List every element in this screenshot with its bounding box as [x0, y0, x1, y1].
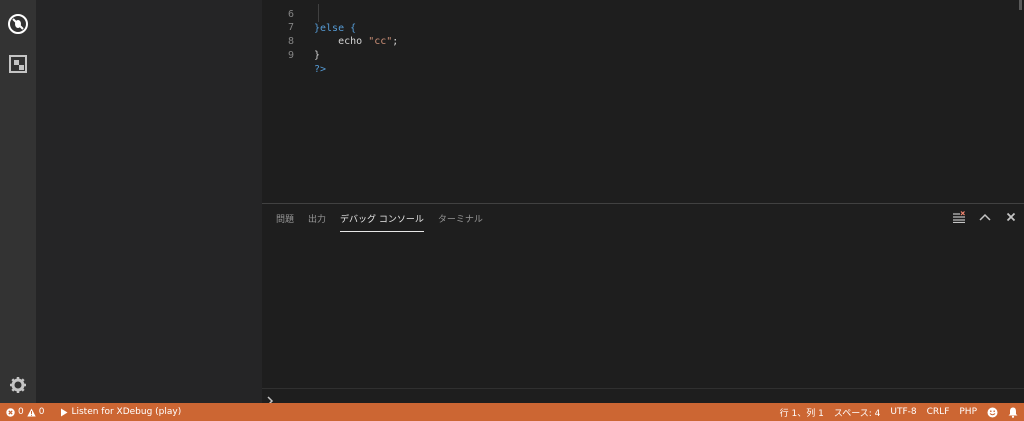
code-text: }	[314, 50, 321, 61]
status-bar: 0 0 Listen for XDebug (play) 行 1、列 1 スペー…	[0, 403, 1024, 421]
cursor-position[interactable]: 行 1、列 1	[780, 406, 824, 419]
indentation[interactable]: スペース: 4	[834, 406, 881, 419]
code-editor[interactable]: 6 }else { 7 echo "cc"; 8 } 9 ?>	[262, 0, 1024, 203]
tab-terminal[interactable]: ターミナル	[438, 212, 483, 232]
console-input[interactable]	[262, 388, 1024, 406]
debug-config-selector[interactable]: Listen for XDebug (play)	[60, 407, 181, 417]
line-number: 9	[287, 50, 294, 61]
error-icon	[6, 407, 15, 417]
problems-indicator[interactable]: 0 0	[6, 407, 44, 417]
panel-actions	[952, 210, 1018, 224]
code-text: ?>	[314, 64, 327, 75]
language-mode[interactable]: PHP	[959, 407, 977, 417]
clear-console-icon[interactable]	[952, 210, 966, 224]
activity-bar	[0, 0, 36, 403]
error-count: 0	[18, 407, 24, 417]
debug-config-label: Listen for XDebug (play)	[71, 407, 182, 417]
notifications-bell-icon[interactable]	[1008, 407, 1018, 418]
extensions-icon[interactable]	[6, 52, 30, 76]
code-line: 9 ?>	[262, 35, 1002, 75]
gear-icon[interactable]	[6, 373, 30, 397]
debug-icon[interactable]	[6, 12, 30, 36]
close-panel-icon[interactable]	[1004, 210, 1018, 224]
encoding[interactable]: UTF-8	[890, 407, 916, 417]
sidebar	[36, 0, 262, 403]
debug-console-panel: 問題 出力 デバッグ コンソール ターミナル	[262, 203, 1024, 406]
feedback-icon[interactable]	[987, 407, 998, 418]
chevron-right-icon	[266, 391, 276, 406]
warning-icon	[27, 408, 36, 416]
tab-problems[interactable]: 問題	[276, 212, 294, 232]
maximize-panel-icon[interactable]	[978, 210, 992, 224]
tab-debug-console[interactable]: デバッグ コンソール	[340, 212, 424, 232]
end-of-line[interactable]: CRLF	[927, 407, 950, 417]
warning-count: 0	[38, 407, 45, 417]
code-line: 8 }	[262, 21, 1002, 61]
play-icon	[61, 408, 68, 416]
scrollbar[interactable]	[1019, 0, 1022, 10]
panel-tabs: 問題 出力 デバッグ コンソール ターミナル	[276, 212, 483, 232]
tab-output[interactable]: 出力	[308, 212, 326, 232]
code-line: 7 echo "cc";	[262, 7, 1002, 47]
